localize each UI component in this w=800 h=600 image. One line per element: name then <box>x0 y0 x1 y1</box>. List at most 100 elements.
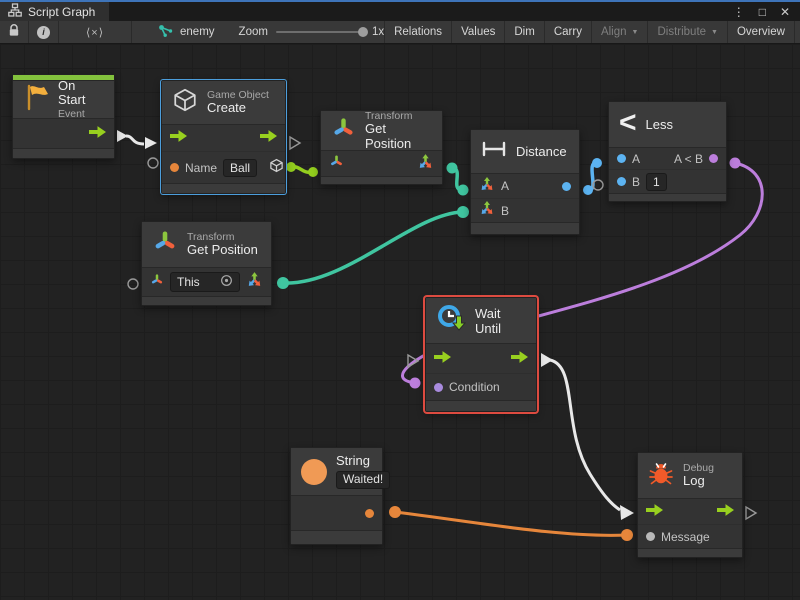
code-view-icon: ⟨×⟩ <box>68 26 122 39</box>
transform-icon <box>152 229 178 260</box>
wait-clock-icon <box>436 303 466 338</box>
target-field-value: This <box>177 275 216 289</box>
tab-title: Script Graph <box>28 5 95 19</box>
node-title: Wait Until <box>475 306 526 336</box>
cube-icon <box>172 87 198 118</box>
port-label: A <box>632 152 640 166</box>
vector3-input-port-a[interactable] <box>479 176 495 197</box>
node-title: String <box>336 454 390 469</box>
wire-onstart-to-create[interactable] <box>126 136 144 144</box>
graph-canvas[interactable]: On Start Event Game <box>0 44 800 600</box>
wire-endpoint <box>410 378 421 389</box>
wire-endpoint <box>583 185 593 195</box>
node-footer <box>426 400 536 411</box>
float-output-port[interactable] <box>562 182 571 191</box>
node-title: Get Position <box>187 243 258 258</box>
control-output-port[interactable] <box>89 125 106 143</box>
input-port-b[interactable] <box>617 177 626 186</box>
node-wait-until[interactable]: Wait Until Condition <box>425 297 537 412</box>
graph-toolbar: i ⟨×⟩ enemy Zoom 1x Re <box>0 21 800 44</box>
zoom-slider[interactable] <box>276 31 364 33</box>
name-field[interactable]: Ball <box>223 159 257 177</box>
target-field[interactable]: This <box>170 272 240 292</box>
dim-button[interactable]: Dim <box>504 21 543 43</box>
wire-endpoint <box>308 167 318 177</box>
vector3-output-port[interactable] <box>417 153 434 175</box>
info-icon: i <box>37 26 50 39</box>
window-menu-icon[interactable]: ⋮ <box>733 5 745 19</box>
zoom-slider-handle[interactable] <box>358 27 368 37</box>
relations-button[interactable]: Relations <box>384 21 451 43</box>
tab-script-graph[interactable]: Script Graph <box>0 2 109 21</box>
transform-input-port[interactable] <box>329 154 344 174</box>
overview-button[interactable]: Overview <box>727 21 794 43</box>
align-label: Align <box>601 26 627 38</box>
control-input-port[interactable] <box>170 129 187 147</box>
wire-waituntil-to-log[interactable] <box>550 360 620 510</box>
control-input-port[interactable] <box>434 350 451 368</box>
node-debug-log[interactable]: Debug Log Message <box>637 452 743 558</box>
node-create-game-object[interactable]: Game Object Create Name Ball <box>161 80 286 194</box>
control-output-port[interactable] <box>511 350 528 368</box>
node-title: Create <box>207 101 269 116</box>
port-label: Name <box>185 161 217 175</box>
distance-icon <box>481 141 507 162</box>
node-less[interactable]: < Less A A < B B 1 <box>608 101 727 202</box>
close-icon[interactable]: ✕ <box>780 5 790 19</box>
wire-endpoint <box>592 158 602 168</box>
maximize-icon[interactable]: □ <box>759 5 766 19</box>
bug-icon <box>648 460 674 491</box>
wire-endpoint <box>447 163 458 174</box>
string-input-port[interactable] <box>170 163 179 172</box>
object-picker-icon[interactable] <box>220 274 233 290</box>
zoom-control: Zoom 1x <box>239 21 385 43</box>
vector3-input-port-b[interactable] <box>479 200 495 221</box>
wire-string-to-log[interactable] <box>395 512 627 535</box>
bool-output-port[interactable] <box>709 154 718 163</box>
node-get-position-self[interactable]: Transform Get Position This <box>141 221 272 306</box>
control-output-port[interactable] <box>717 503 734 521</box>
lock-icon <box>8 24 20 40</box>
string-output-port[interactable] <box>365 509 374 518</box>
node-footer <box>291 530 382 544</box>
code-view-button[interactable]: ⟨×⟩ <box>59 21 132 43</box>
unconnected-port-circle[interactable] <box>148 158 158 168</box>
distribute-dropdown[interactable]: Distribute ▼ <box>647 21 727 43</box>
input-port-a[interactable] <box>617 154 626 163</box>
unconnected-port-triangle[interactable] <box>290 137 300 149</box>
node-get-position-enemy[interactable]: Transform Get Position <box>320 110 443 185</box>
control-output-port[interactable] <box>260 129 277 147</box>
values-button[interactable]: Values <box>451 21 504 43</box>
node-string[interactable]: String Waited! <box>290 447 383 545</box>
node-on-start[interactable]: On Start Event <box>12 74 115 159</box>
wire-endpoint <box>730 158 741 169</box>
control-input-port[interactable] <box>646 503 663 521</box>
inspector-button[interactable]: i <box>29 21 59 43</box>
wire-endpoint <box>621 529 633 541</box>
carry-button[interactable]: Carry <box>544 21 591 43</box>
node-footer <box>162 183 285 193</box>
message-input-port[interactable] <box>646 532 655 541</box>
lock-button[interactable] <box>0 21 29 43</box>
port-label: Condition <box>449 380 500 394</box>
vector3-output-port[interactable] <box>246 271 263 293</box>
window-controls: ⋮ □ ✕ <box>733 2 800 21</box>
condition-input-port[interactable] <box>434 383 443 392</box>
toolbar-toggle-group: Relations Values Dim Carry Align ▼ Distr… <box>384 21 800 43</box>
node-category: Transform <box>365 110 432 122</box>
gameobject-output-port[interactable] <box>269 158 284 178</box>
script-graph-icon <box>8 3 22 20</box>
align-dropdown[interactable]: Align ▼ <box>591 21 648 43</box>
unconnected-port-circle[interactable] <box>128 279 138 289</box>
transform-input-port[interactable] <box>150 273 164 292</box>
node-title: Log <box>683 474 714 489</box>
string-value-field[interactable]: Waited! <box>336 471 390 489</box>
graph-target[interactable]: enemy <box>148 21 225 43</box>
b-value-field[interactable]: 1 <box>646 173 667 191</box>
unconnected-port-triangle[interactable] <box>746 507 756 519</box>
wire-endpoint <box>458 185 469 196</box>
wire-getposition-to-distance-b[interactable] <box>283 212 462 283</box>
zoom-label: Zoom <box>239 26 268 38</box>
node-distance[interactable]: Distance A <box>470 129 580 235</box>
full-screen-button[interactable]: Full Screen <box>794 21 800 43</box>
